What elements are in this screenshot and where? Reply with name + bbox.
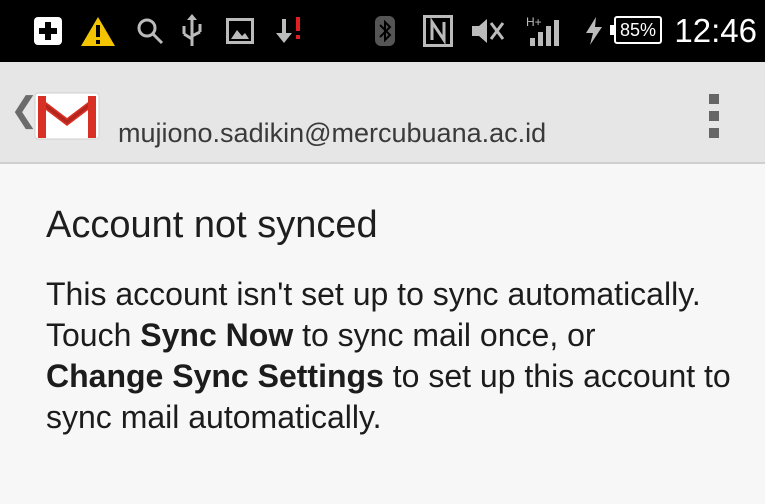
nfc-icon bbox=[420, 0, 456, 62]
charging-icon bbox=[580, 0, 608, 62]
network-type-label: H+ bbox=[526, 15, 542, 29]
battery-indicator: 85% bbox=[610, 16, 662, 44]
body-touch: Touch bbox=[46, 317, 132, 353]
bluetooth-icon bbox=[370, 0, 400, 62]
message-panel: Account not synced This account isn't se… bbox=[0, 164, 765, 504]
account-email: mujiono.sadikin@mercubuana.ac.id bbox=[118, 118, 547, 148]
mute-icon bbox=[466, 0, 508, 62]
body-mid: to sync mail once, or bbox=[302, 317, 596, 353]
download-icon bbox=[270, 0, 306, 62]
message-body: This account isn't set up to sync automa… bbox=[46, 274, 746, 438]
gmail-icon[interactable] bbox=[34, 90, 100, 140]
status-bar: H+ 85% 12:46 bbox=[0, 0, 765, 62]
status-time: 12:46 bbox=[674, 12, 757, 49]
sync-now-label: Sync Now bbox=[140, 317, 294, 353]
overflow-menu-icon[interactable] bbox=[694, 86, 734, 146]
image-icon bbox=[222, 0, 258, 62]
search-icon bbox=[134, 0, 166, 62]
warning-icon bbox=[78, 0, 118, 62]
usb-icon bbox=[176, 0, 208, 62]
body-line-1: This account isn't set up to sync automa… bbox=[46, 276, 701, 312]
signal-icon: H+ bbox=[524, 0, 570, 62]
change-sync-settings-label: Change Sync Settings bbox=[46, 358, 384, 394]
page-title: Account not synced bbox=[46, 204, 378, 246]
action-bar: ❮ mujiono.sadikin@mercubuana.ac.id bbox=[0, 62, 765, 164]
plus-icon bbox=[30, 0, 66, 62]
